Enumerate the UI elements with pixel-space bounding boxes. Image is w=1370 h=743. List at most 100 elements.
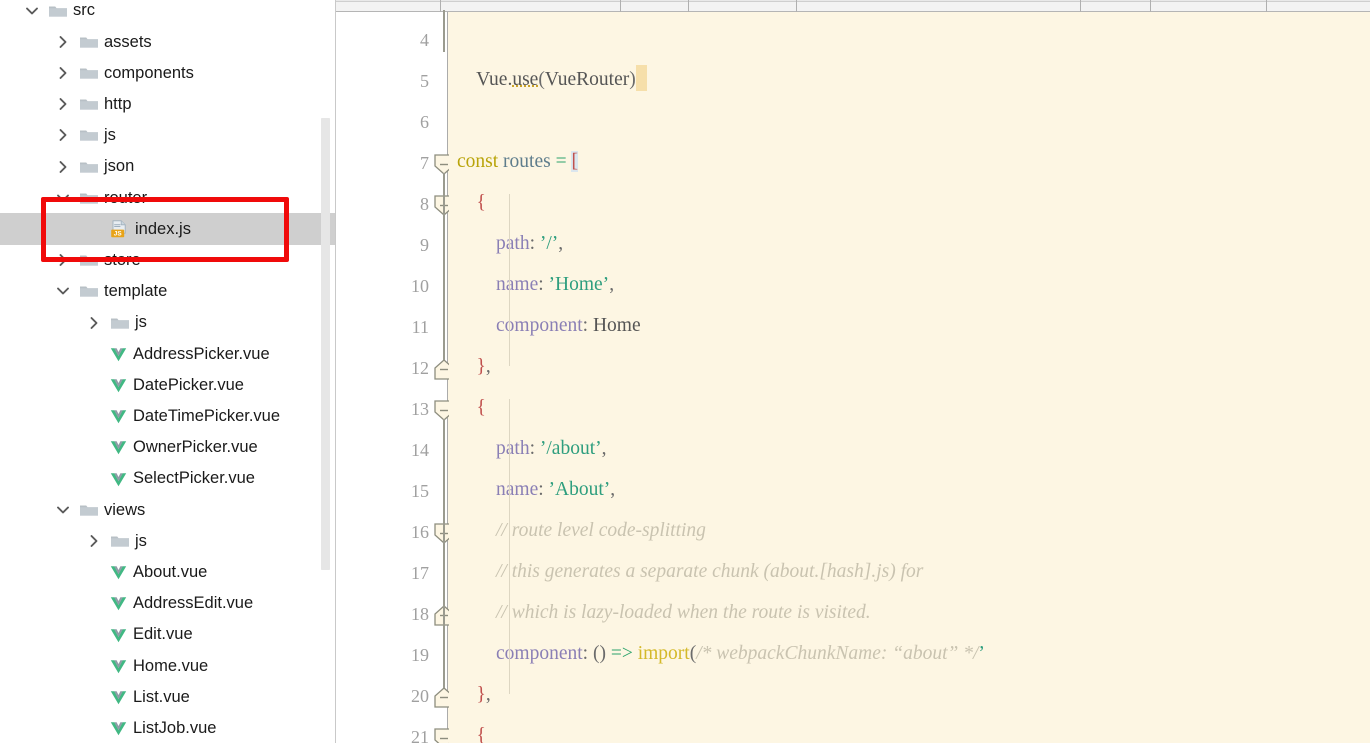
code-line[interactable]: name: ’Home’,: [457, 264, 614, 305]
tree-item-label: DatePicker.vue: [133, 375, 244, 394]
tab-divider: [1266, 0, 1267, 12]
code-line[interactable]: // this generates a separate chunk (abou…: [457, 551, 923, 592]
tree-item-label: router: [104, 188, 148, 207]
tree-item-home-vue[interactable]: Home.vue: [0, 650, 335, 681]
vue-file-icon: [110, 595, 127, 611]
tree-item-index-js[interactable]: JS index.js: [0, 213, 335, 245]
tree-item-label: http: [104, 94, 132, 113]
line-number: 4: [420, 30, 429, 50]
code-editor[interactable]: 4 5 6 7 8 9 10 11 12 13 14 15 16 17 18 19 20 21 Vue.use(V…: [336, 0, 1370, 743]
line-number: 6: [420, 112, 429, 132]
tree-item-label: template: [104, 282, 168, 301]
tree-item-label: js: [135, 531, 147, 550]
code-line[interactable]: name: ’About’,: [457, 469, 615, 510]
line-number: 14: [411, 440, 429, 460]
code-line[interactable]: component: () => import(/* webpackChunkN…: [457, 633, 985, 674]
tree-item-js[interactable]: js: [0, 120, 335, 151]
tree-item-about-vue[interactable]: About.vue: [0, 557, 335, 588]
tree-item-edit-vue[interactable]: Edit.vue: [0, 619, 335, 650]
code-line[interactable]: Vue.use(VueRouter): [457, 59, 647, 100]
folder-icon: [79, 96, 99, 112]
project-tree-panel[interactable]: src assets components http js json router JS ind…: [0, 0, 336, 743]
tree-item-label: store: [104, 250, 141, 269]
chevron-right-icon[interactable]: [55, 65, 71, 81]
sidebar-scrollbar-track[interactable]: [321, 118, 330, 570]
tree-item-list-vue[interactable]: List.vue: [0, 681, 335, 712]
tree-item-js[interactable]: js: [0, 525, 335, 556]
code-line[interactable]: path: ’/about’,: [457, 428, 606, 469]
twisty-placeholder: [86, 471, 102, 487]
tree-item-label: views: [104, 500, 146, 519]
tree-item-label: ListJob.vue: [133, 718, 217, 737]
folder-icon: [79, 502, 99, 518]
fold-connector: [443, 173, 445, 360]
twisty-placeholder: [86, 408, 102, 424]
chevron-down-icon[interactable]: [55, 502, 71, 518]
tree-item-addressedit-vue[interactable]: AddressEdit.vue: [0, 588, 335, 619]
vue-file-icon: [110, 408, 127, 424]
chevron-right-icon[interactable]: [86, 315, 102, 331]
chevron-right-icon[interactable]: [55, 34, 71, 50]
folder-icon: [79, 65, 99, 81]
code-line[interactable]: // route level code-splitting: [457, 510, 706, 551]
code-line[interactable]: },: [457, 346, 491, 387]
code-line[interactable]: component: Home: [457, 305, 641, 346]
tree-item-label: src: [73, 1, 95, 20]
sidebar-scrollbar-thumb[interactable]: [321, 118, 330, 570]
vue-file-icon: [110, 377, 127, 393]
tree-item-label: assets: [104, 32, 152, 51]
twisty-placeholder: [86, 564, 102, 580]
tree-item-views[interactable]: views: [0, 494, 335, 525]
tree-item-datetimepicker-vue[interactable]: DateTimePicker.vue: [0, 401, 335, 432]
chevron-down-icon[interactable]: [55, 283, 71, 299]
code-line[interactable]: {: [457, 715, 486, 743]
tree-item-src[interactable]: src: [0, 0, 335, 26]
editor-tab-strip[interactable]: [336, 0, 1370, 12]
tab-divider: [688, 0, 689, 12]
tree-item-label: Home.vue: [133, 656, 209, 675]
tree-item-router[interactable]: router: [0, 182, 335, 213]
code-line[interactable]: {: [457, 182, 486, 223]
code-line[interactable]: path: ’/’,: [457, 223, 563, 264]
tree-item-assets[interactable]: assets: [0, 26, 335, 57]
tree-item-http[interactable]: http: [0, 89, 335, 120]
tree-item-listjob-vue[interactable]: ListJob.vue: [0, 713, 335, 743]
line-number: 19: [411, 645, 429, 665]
chevron-down-icon[interactable]: [24, 3, 40, 19]
chevron-right-icon[interactable]: [55, 159, 71, 175]
folder-icon: [79, 283, 99, 299]
tree-item-components[interactable]: components: [0, 57, 335, 88]
twisty-placeholder: [86, 439, 102, 455]
vue-file-icon: [110, 689, 127, 705]
tree-item-datepicker-vue[interactable]: DatePicker.vue: [0, 369, 335, 400]
tree-item-selectpicker-vue[interactable]: SelectPicker.vue: [0, 463, 335, 494]
tree-item-json[interactable]: json: [0, 151, 335, 182]
code-content[interactable]: Vue.use(VueRouter) const routes = [ { pat…: [449, 12, 1370, 743]
code-line[interactable]: // which is lazy-loaded when the route i…: [457, 592, 871, 633]
chevron-right-icon[interactable]: [55, 127, 71, 143]
tab-divider: [796, 0, 797, 12]
code-line[interactable]: const routes = [: [457, 141, 578, 182]
code-line[interactable]: {: [457, 387, 486, 428]
tree-item-js[interactable]: js: [0, 307, 335, 338]
line-number: 16: [411, 522, 429, 542]
chevron-right-icon[interactable]: [55, 96, 71, 112]
tree-item-label: components: [104, 63, 194, 82]
twisty-placeholder: [86, 221, 102, 237]
chevron-right-icon[interactable]: [55, 252, 71, 268]
tree-item-label: json: [104, 157, 135, 176]
folder-icon: [48, 3, 68, 19]
folder-icon: [79, 252, 99, 268]
folder-icon: [79, 190, 99, 206]
chevron-right-icon[interactable]: [86, 533, 102, 549]
twisty-placeholder: [86, 720, 102, 736]
twisty-placeholder: [86, 689, 102, 705]
code-line[interactable]: },: [457, 674, 491, 715]
tree-item-addresspicker-vue[interactable]: AddressPicker.vue: [0, 338, 335, 369]
line-number: 10: [411, 276, 429, 296]
indent-guide: [509, 194, 510, 367]
chevron-down-icon[interactable]: [55, 190, 71, 206]
tree-item-ownerpicker-vue[interactable]: OwnerPicker.vue: [0, 432, 335, 463]
tree-item-template[interactable]: template: [0, 276, 335, 307]
tree-item-store[interactable]: store: [0, 245, 335, 276]
